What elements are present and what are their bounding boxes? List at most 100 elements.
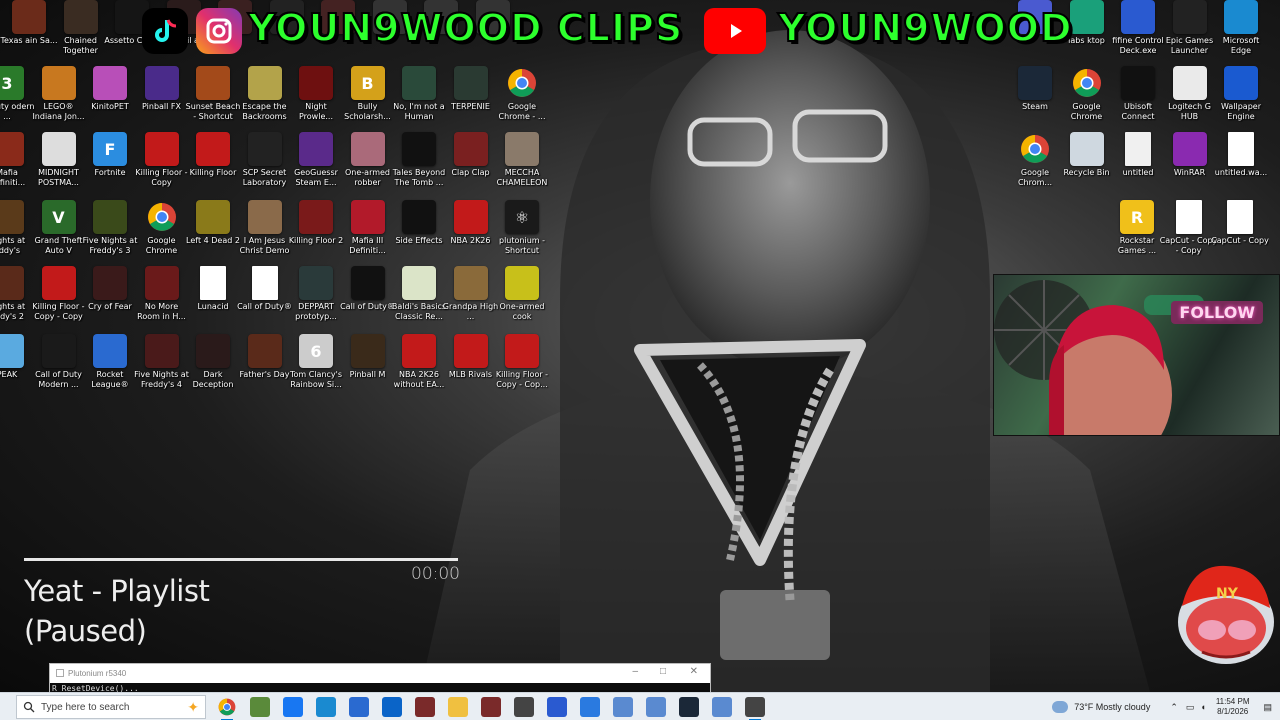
taskbar-chrome-icon[interactable] — [217, 697, 237, 720]
desktop-icon[interactable]: No, I'm not a Human — [390, 66, 448, 132]
desktop-icon[interactable]: Killing Floor 2 — [287, 200, 345, 266]
desktop-icon[interactable]: Five Nights at Freddy's 4 — [133, 334, 191, 400]
taskbar-window-icon[interactable] — [613, 697, 633, 717]
desktop-icon[interactable]: R Rockstar Games ... — [1108, 200, 1166, 266]
taskbar-minecraft-icon[interactable] — [250, 697, 270, 717]
taskbar-shield-icon[interactable] — [580, 697, 600, 717]
desktop-icon[interactable]: untitled — [1109, 132, 1167, 198]
desktop-icon[interactable]: Steam — [1006, 66, 1064, 132]
desktop-icon[interactable]: MIDNIGHT POSTMA... — [30, 132, 88, 198]
desktop-icon[interactable]: GeoGuessr Steam E... — [287, 132, 345, 198]
desktop-icon[interactable]: Recycle Bin — [1058, 132, 1116, 198]
desktop-icon[interactable]: LEGO® Indiana Jon... — [30, 66, 88, 132]
desktop-icon[interactable]: Logitech G HUB — [1161, 66, 1219, 132]
desktop-icon[interactable]: F Fortnite — [81, 132, 139, 198]
desktop-icon[interactable]: Baldi's Basics Classic Re... — [390, 266, 448, 332]
desktop-icon[interactable]: KinitoPET — [81, 66, 139, 132]
taskbar-terminal-icon[interactable] — [547, 697, 567, 717]
desktop-icon[interactable]: CapCut - Copy — [1211, 200, 1269, 266]
desktop-icon[interactable]: Ubisoft Connect — [1109, 66, 1167, 132]
network-icon[interactable]: ▭ — [1186, 702, 1195, 713]
desktop-icon[interactable]: Rocket League® — [81, 334, 139, 400]
desktop-icon[interactable]: Pinball M — [339, 334, 397, 400]
minimize-button[interactable]: – — [632, 666, 638, 677]
notifications-icon[interactable]: ▤ — [1263, 702, 1272, 713]
desktop-icon[interactable]: Cry of Fear — [81, 266, 139, 332]
progress-bar[interactable] — [24, 558, 458, 561]
taskbar-app-icon[interactable] — [745, 697, 765, 720]
desktop-icon[interactable]: Killing Floor — [184, 132, 242, 198]
taskbar-app-icon[interactable] — [514, 697, 534, 717]
desktop-icon[interactable]: Side Effects — [390, 200, 448, 266]
desktop-icon[interactable]: Tales Beyond The Tomb ... — [390, 132, 448, 198]
taskbar-window-icon[interactable] — [646, 697, 666, 717]
desktop-icon[interactable]: Google Chrome - ... — [493, 66, 551, 132]
taskbar-outlook-icon[interactable] — [382, 697, 402, 717]
taskbar-file-explorer-icon[interactable] — [448, 697, 468, 717]
weather-text[interactable]: 73°F Mostly cloudy — [1074, 702, 1150, 712]
taskbar-game-icon[interactable] — [415, 697, 435, 717]
desktop-icon[interactable]: Mafia III Definiti... — [339, 200, 397, 266]
desktop-icon[interactable]: Pinball FX — [133, 66, 191, 132]
desktop-icon[interactable]: TERPENIE — [442, 66, 500, 132]
plutonium-console-window[interactable]: Plutonium r5340 – □ ✕ R_ResetDevice()... — [49, 663, 711, 694]
desktop-icon[interactable]: B Bully Scholarsh... — [339, 66, 397, 132]
desktop-icon[interactable]: Escape the Backrooms — [236, 66, 294, 132]
desktop-icon[interactable]: MECCHA CHAMELEON — [493, 132, 551, 198]
desktop-icon-label: Pinball FX — [142, 102, 181, 111]
desktop-icon[interactable]: Killing Floor - Copy - Cop... — [493, 334, 551, 400]
desktop-icon[interactable]: Google Chrome — [1058, 66, 1116, 132]
window-titlebar[interactable]: Plutonium r5340 — [50, 664, 710, 682]
ubisoft-icon — [1121, 66, 1155, 100]
close-button[interactable]: ✕ — [690, 666, 698, 677]
desktop-icon[interactable]: Killing Floor - Copy — [133, 132, 191, 198]
taskbar-edge-icon[interactable] — [316, 697, 336, 717]
desktop-icon[interactable]: NBA 2K26 without EA... — [390, 334, 448, 400]
desktop-icon[interactable]: NBA 2K26 — [442, 200, 500, 266]
desktop-icon[interactable]: 6 Tom Clancy's Rainbow Si... — [287, 334, 345, 400]
desktop-icon[interactable]: ⚛ plutonium - Shortcut — [493, 200, 551, 266]
desktop-icon[interactable]: Clap Clap — [442, 132, 500, 198]
taskbar-window-icon[interactable] — [712, 697, 732, 717]
desktop-icon[interactable]: Call of Duty® — [339, 266, 397, 332]
desktop-icon[interactable]: Father's Day — [236, 334, 294, 400]
desktop-icon[interactable]: MLB Rivals — [442, 334, 500, 400]
desktop-icon[interactable]: One-armed robber — [339, 132, 397, 198]
desktop-icon-label: Dark Deception — [192, 370, 234, 389]
desktop-icon[interactable]: Wallpaper Engine — [1212, 66, 1270, 132]
desktop-icon[interactable]: WinRAR — [1161, 132, 1219, 198]
music-player: 00:00 Yeat - Playlist (Paused) — [24, 556, 464, 656]
desktop-icon[interactable]: Dark Deception — [184, 334, 242, 400]
taskbar-steam-icon[interactable] — [679, 697, 699, 717]
desktop-icon[interactable]: SCP Secret Laboratory — [236, 132, 294, 198]
desktop-icon[interactable]: Left 4 Dead 2 — [184, 200, 242, 266]
desktop-icon[interactable]: Call of Duty Modern ... — [30, 334, 88, 400]
taskbar-store-icon[interactable] — [349, 697, 369, 717]
taskbar-search[interactable]: Type here to search ✦ — [16, 695, 206, 719]
desktop-icon[interactable]: DEPPART prototyp... — [287, 266, 345, 332]
desktop-icon[interactable]: V Grand Theft Auto V — [30, 200, 88, 266]
maximize-button[interactable]: □ — [660, 666, 666, 677]
chevron-up-icon[interactable]: ⌃ — [1170, 702, 1178, 713]
desktop-icon[interactable]: No More Room in H... — [133, 266, 191, 332]
desktop-icon[interactable]: Lunacid — [184, 266, 242, 332]
desktop-icon[interactable]: Five Nights at Freddy's 3 — [81, 200, 139, 266]
desktop-icon-label: Google Chrome - ... — [498, 102, 546, 121]
desktop-icon[interactable]: Sunset Beach - Shortcut — [184, 66, 242, 132]
desktop-icon[interactable]: Google Chrom... — [1006, 132, 1064, 198]
desktop-icon[interactable]: untitled.wa... — [1212, 132, 1270, 198]
volume-icon[interactable]: ◖ — [1200, 702, 1205, 712]
start-button[interactable] — [0, 693, 16, 720]
taskbar-game-icon[interactable] — [481, 697, 501, 717]
desktop-icon[interactable]: Call of Duty® — [236, 266, 294, 332]
desktop-icon[interactable]: I Am Jesus Christ Demo — [236, 200, 294, 266]
clock[interactable]: 11:54 PM 8/1/2026 — [1216, 697, 1250, 717]
desktop-icon[interactable]: Google Chrome — [133, 200, 191, 266]
desktop-icon[interactable]: Grandpa High ... — [442, 266, 500, 332]
desktop-icon[interactable]: CapCut - Copy - Copy — [1160, 200, 1218, 266]
taskbar-facebook-icon[interactable] — [283, 697, 303, 717]
social-banner: YOUN9WOOD CLIPS YOUN9WOOD — [0, 0, 1280, 62]
desktop-icon[interactable]: One-armed cook — [493, 266, 551, 332]
desktop-icon[interactable]: Night Prowle... — [287, 66, 345, 132]
desktop-icon[interactable]: Killing Floor - Copy - Copy — [30, 266, 88, 332]
